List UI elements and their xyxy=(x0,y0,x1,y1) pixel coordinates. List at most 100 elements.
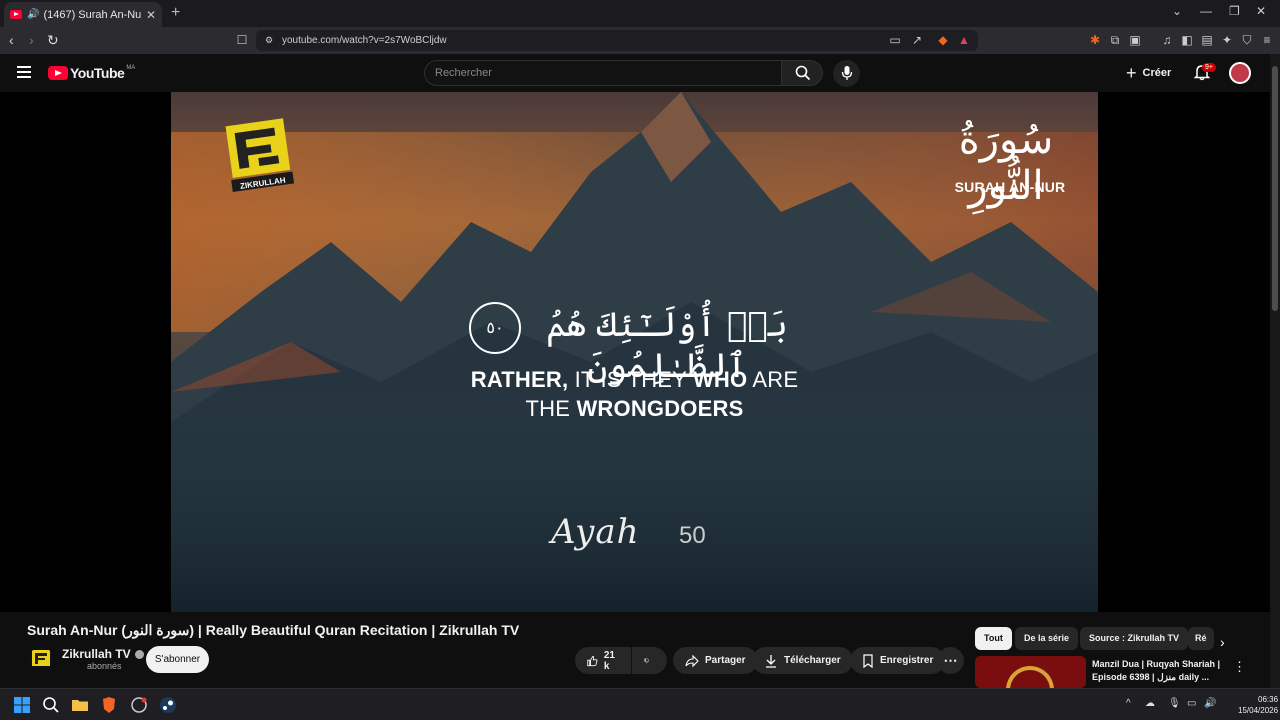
tab-title: (1467) Surah An-Nur (سورة النور) xyxy=(43,9,142,21)
video-title: Surah An-Nur (سورة النور) | Really Beaut… xyxy=(27,622,520,638)
tray-chevron-icon[interactable]: ^ xyxy=(1126,698,1131,709)
browser-tab[interactable]: 🔊 (1467) Surah An-Nur (سورة النور) ✕ xyxy=(4,2,162,27)
brave-rewards-icon[interactable]: ▲ xyxy=(957,33,971,47)
brave-browser-icon[interactable] xyxy=(100,696,118,714)
menu-icon[interactable]: ≡ xyxy=(1260,33,1274,47)
tray-display-icon[interactable]: ▭ xyxy=(1187,698,1196,709)
verified-badge-icon xyxy=(134,650,144,660)
extension-icon[interactable]: ✱ xyxy=(1088,33,1102,47)
taskbar-clock[interactable]: 06:36 15/04/2026 xyxy=(1238,694,1278,716)
channel-name[interactable]: Zikrullah TV xyxy=(62,647,144,661)
scrollbar-thumb[interactable] xyxy=(1272,66,1278,311)
verse-word: THE xyxy=(525,396,577,421)
tray-mic-icon[interactable]: 🎙 xyxy=(1168,698,1181,709)
channel-name-text: Zikrullah TV xyxy=(62,647,131,661)
verse-word: WRONGDOERS xyxy=(576,396,744,421)
youtube-wordmark: YouTube xyxy=(70,65,125,81)
search-input[interactable]: Rechercher xyxy=(424,60,782,86)
extensions-puzzle-icon[interactable]: ⧉ xyxy=(1108,33,1122,47)
page-scrollbar[interactable] xyxy=(1270,54,1280,688)
search-icon xyxy=(795,65,811,81)
address-bar[interactable]: youtube.com/watch?v=2s7WoBCljdw xyxy=(256,30,978,51)
thumbs-up-icon xyxy=(587,655,598,666)
voice-search-button[interactable] xyxy=(833,60,860,87)
like-count: 21 k xyxy=(603,649,615,672)
tray-volume-icon[interactable]: 🔊 xyxy=(1204,698,1216,709)
search-button[interactable] xyxy=(781,60,823,86)
zikrullah-logo: ZIKRULLAH xyxy=(225,118,295,193)
channel-avatar[interactable] xyxy=(29,647,53,671)
chip-series[interactable]: De la série xyxy=(1015,627,1079,650)
forward-icon[interactable]: › xyxy=(29,32,34,48)
steam-icon[interactable] xyxy=(159,696,177,714)
verse-word: ARE xyxy=(747,367,799,392)
clock-date: 15/04/2026 xyxy=(1238,706,1279,715)
sidebar-icon[interactable]: ◧ xyxy=(1180,33,1194,47)
surah-english-title: SURAH AN-NUR xyxy=(954,179,1066,195)
tray-cloud-icon[interactable]: ☁ xyxy=(1145,698,1155,709)
youtube-favicon-icon xyxy=(10,10,22,19)
recommendation-thumbnail[interactable] xyxy=(975,656,1086,688)
user-avatar[interactable] xyxy=(1229,62,1251,84)
app-icon[interactable] xyxy=(130,696,148,714)
recommendation-title[interactable]: Manzil Dua | Ruqyah Shariah | Episode 63… xyxy=(1092,658,1222,684)
back-icon[interactable]: ‹ xyxy=(9,32,14,48)
minimize-button[interactable]: — xyxy=(1200,4,1212,18)
clock-time: 06:36 xyxy=(1258,695,1279,704)
wallet-icon[interactable]: ▣ xyxy=(1128,33,1142,47)
speaker-icon[interactable]: 🔊 xyxy=(27,9,39,20)
ayah-label: Ayah xyxy=(551,512,640,552)
browser-tab-strip: 🔊 (1467) Surah An-Nur (سورة النور) ✕ + ⌄… xyxy=(0,0,1280,27)
hamburger-menu-icon[interactable] xyxy=(17,66,31,78)
maximize-button[interactable]: ❐ xyxy=(1229,4,1240,18)
country-code: MA xyxy=(126,65,136,71)
like-button[interactable]: 21 k xyxy=(575,647,631,674)
recommendation-more-icon[interactable]: ⋮ xyxy=(1233,659,1246,675)
verse-word: RATHER, xyxy=(470,367,569,392)
verse-word: WHO xyxy=(692,367,748,392)
reload-icon[interactable]: ↻ xyxy=(47,32,59,49)
youtube-logo[interactable]: YouTube MA xyxy=(48,65,135,81)
tab-close-button[interactable]: ✕ xyxy=(146,8,156,22)
youtube-header: YouTube MA Rechercher + Créer xyxy=(0,54,1280,92)
share-button[interactable]: Partager xyxy=(673,647,758,674)
site-settings-icon[interactable]: ⚙ xyxy=(262,33,276,47)
tab-search-icon[interactable]: ⌄ xyxy=(1172,4,1182,18)
share-icon[interactable]: ↗ xyxy=(910,33,924,47)
bookmark-icon[interactable]: ☐ xyxy=(235,33,249,47)
player-letterbox-right xyxy=(1098,92,1270,612)
download-button[interactable]: Télécharger xyxy=(752,647,853,674)
save-label: Enregistrer xyxy=(880,655,934,666)
media-icon[interactable]: ♫ xyxy=(1160,33,1174,47)
new-tab-button[interactable]: + xyxy=(171,4,180,22)
more-actions-button[interactable]: ⋯ xyxy=(937,647,964,674)
file-explorer-icon[interactable] xyxy=(71,696,89,714)
brave-shields-icon[interactable]: ◆ xyxy=(936,33,950,47)
url-text: youtube.com/watch?v=2s7WoBCljdw xyxy=(282,35,447,46)
subscriber-count: abonnés xyxy=(87,661,122,671)
verse-english: RATHER, IT IS THEY WHO ARE THE WRONGDOER… xyxy=(401,365,868,423)
chip-related[interactable]: Ré xyxy=(1188,627,1214,650)
ayah-number: 50 xyxy=(679,522,706,549)
search-taskbar-icon[interactable] xyxy=(42,696,60,714)
dislike-button[interactable] xyxy=(632,647,667,674)
verse-word: IT IS THEY xyxy=(568,367,693,392)
share-arrow-icon xyxy=(685,654,699,667)
create-label: Créer xyxy=(1142,67,1172,79)
windows-start-icon[interactable] xyxy=(13,696,31,714)
video-player[interactable]: ZIKRULLAH سُورَةُ النُّورِ SURAH AN-NUR … xyxy=(171,92,1098,612)
leo-ai-icon[interactable]: ✦ xyxy=(1220,33,1234,47)
chip-source[interactable]: Source : Zikrullah TV xyxy=(1080,627,1189,650)
download-icon xyxy=(766,654,776,668)
chevron-right-icon[interactable]: › xyxy=(1220,634,1225,650)
cast-icon[interactable]: ▭ xyxy=(888,33,902,47)
save-button[interactable]: Enregistrer xyxy=(850,647,946,674)
bookmark-save-icon xyxy=(863,653,873,668)
chip-all[interactable]: Tout xyxy=(975,627,1012,650)
wallet-card-icon[interactable]: ▤ xyxy=(1200,33,1214,47)
create-button[interactable]: + Créer xyxy=(1126,62,1171,84)
microphone-icon xyxy=(841,66,853,80)
subscribe-button[interactable]: S'abonner xyxy=(146,646,209,673)
vpn-shield-icon[interactable]: ⛉ xyxy=(1240,33,1254,47)
close-window-button[interactable]: ✕ xyxy=(1256,4,1266,18)
